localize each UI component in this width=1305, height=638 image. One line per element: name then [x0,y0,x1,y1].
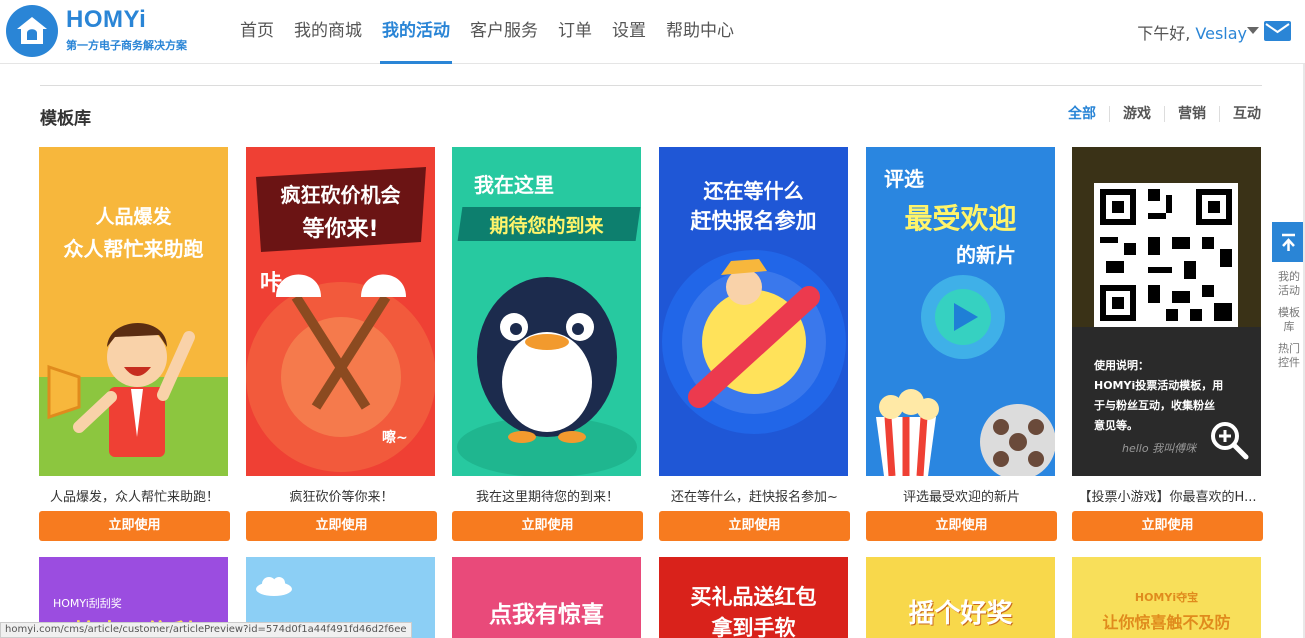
poster-line: HOMYi夺宝 [1134,591,1199,604]
poster-line: 于与粉丝互动，收集粉丝 [1094,399,1215,412]
nav-item-my-mall[interactable]: 我的商城 [284,0,372,64]
nav-item-help-center[interactable]: 帮助中心 [656,0,744,64]
nav-item-my-activities[interactable]: 我的活动 [372,0,460,64]
template-poster[interactable]: 点我有惊喜 [452,557,641,638]
main-nav: 首页 我的商城 我的活动 客户服务 订单 设置 帮助中心 [230,0,744,64]
poster-line: 期待您的到来 [489,215,604,237]
use-now-button[interactable]: 立即使用 [452,511,643,541]
side-link-hot-widgets[interactable]: 热门控件 [1277,342,1301,370]
filter-all[interactable]: 全部 [1055,106,1109,122]
poster-line: 评选 [884,167,924,191]
template-filters: 全部 游戏 营销 互动 [1055,106,1261,122]
poster-line: 摇个好奖 [908,599,1013,629]
poster-line: 的新片 [956,243,1016,267]
nav-item-customer-service[interactable]: 客户服务 [460,0,548,64]
user-greeting[interactable]: 下午好, Veslay [1137,20,1247,44]
movie-popcorn-illustration [876,275,1055,476]
top-navigation-bar: HOMYi 第一方电子商务解决方案 首页 我的商城 我的活动 客户服务 订单 设… [0,0,1305,64]
qr-code-icon [1094,183,1238,327]
house-logo-icon[interactable] [6,5,58,57]
section-title: 模板库 [40,109,91,129]
brand-tagline: 第一方电子商务解决方案 [66,39,187,52]
poster-line: 众人帮忙来助跑 [63,237,204,261]
cheering-man-illustration [47,323,195,457]
cloud-icon [256,577,292,596]
content-divider [40,85,1262,86]
back-to-top-icon[interactable] [1272,222,1305,262]
card-caption: 人品爆发，众人帮忙来助跑！ [49,490,219,505]
use-now-button[interactable]: 立即使用 [659,511,850,541]
poster-line: 最受欢迎 [904,202,1017,235]
poster-line: 等你来! [302,217,379,242]
caret-down-icon[interactable] [1247,27,1259,34]
link-preview-status: homyi.com/cms/article/customer/articlePr… [0,622,412,638]
template-poster[interactable]: HOMYi夺宝 让你惊喜触不及防 [1072,557,1261,638]
poster-line: 嚓~ [382,430,408,446]
side-link-template-library[interactable]: 模板库 [1277,306,1301,334]
mail-icon[interactable] [1264,21,1291,41]
poster-line: hello 我叫傅咪 [1122,442,1197,455]
filter-games[interactable]: 游戏 [1109,106,1164,122]
use-now-button[interactable]: 立即使用 [1072,511,1263,541]
template-poster[interactable]: 使用说明： HOMYi投票活动模板，用 于与粉丝互动，收集粉丝 意见等。 hel… [1072,147,1261,476]
card-caption: 疯狂砍价等你来！ [289,490,394,505]
poster-line: 赶快报名参加 [690,209,817,233]
brand-name[interactable]: HOMYi [66,6,146,34]
template-poster[interactable]: 评选 最受欢迎 的新片 [866,147,1055,476]
poster-line: 我在这里 [474,173,554,197]
poster-line: 疯狂砍价机会 [280,183,401,207]
greeting-text: 下午好, [1137,24,1196,43]
user-name[interactable]: Veslay [1195,24,1247,43]
poster-line: 意见等。 [1094,419,1138,432]
zoom-in-icon[interactable] [1208,419,1250,461]
card-caption: 还在等什么，赶快报名参加~ [671,490,838,505]
poster-line: 买礼品送红包 [690,585,817,609]
poster-line: 咔~ [260,271,301,296]
template-poster[interactable]: 疯狂砍价机会 等你来! 咔~ 嚓~ [246,147,435,476]
template-poster[interactable]: 我在这里 期待您的到来 [452,147,641,476]
use-now-button[interactable]: 立即使用 [246,511,437,541]
poster-line: 还在等什么 [703,179,804,203]
poster-line: HOMYi投票活动模板，用 [1094,379,1224,392]
poster-line: 点我有惊喜 [489,602,604,628]
poster-line: 拿到手软 [711,616,796,638]
nav-item-home[interactable]: 首页 [230,0,284,64]
card-caption: 评选最受欢迎的新片 [902,490,1020,505]
template-poster[interactable]: 人品爆发 众人帮忙来助跑 [39,147,228,476]
card-caption: 我在这里期待您的到来！ [475,490,619,505]
side-quick-panel: 我的活动 模板库 热门控件 [1272,222,1305,370]
template-poster[interactable]: 摇个好奖 [866,557,1055,638]
filter-interaction[interactable]: 互动 [1219,106,1261,122]
pencil-boy-illustration [662,250,846,434]
card-caption: 【投票小游戏】你最喜欢的H... [1078,490,1257,505]
poster-line: 人品爆发 [95,206,172,228]
template-poster[interactable]: 还在等什么 赶快报名参加 [659,147,848,476]
filter-marketing[interactable]: 营销 [1164,106,1219,122]
nav-item-settings[interactable]: 设置 [602,0,656,64]
template-poster[interactable]: 买礼品送红包 拿到手软 [659,557,848,638]
use-now-button[interactable]: 立即使用 [39,511,230,541]
penguin-illustration [457,277,637,476]
nav-item-orders[interactable]: 订单 [548,0,602,64]
poster-line: 让你惊喜触不及防 [1102,613,1231,632]
use-now-button[interactable]: 立即使用 [866,511,1057,541]
poster-line: HOMYi刮刮奖 [53,597,122,610]
side-link-my-activities[interactable]: 我的活动 [1277,270,1301,298]
poster-line: 使用说明： [1094,359,1149,372]
